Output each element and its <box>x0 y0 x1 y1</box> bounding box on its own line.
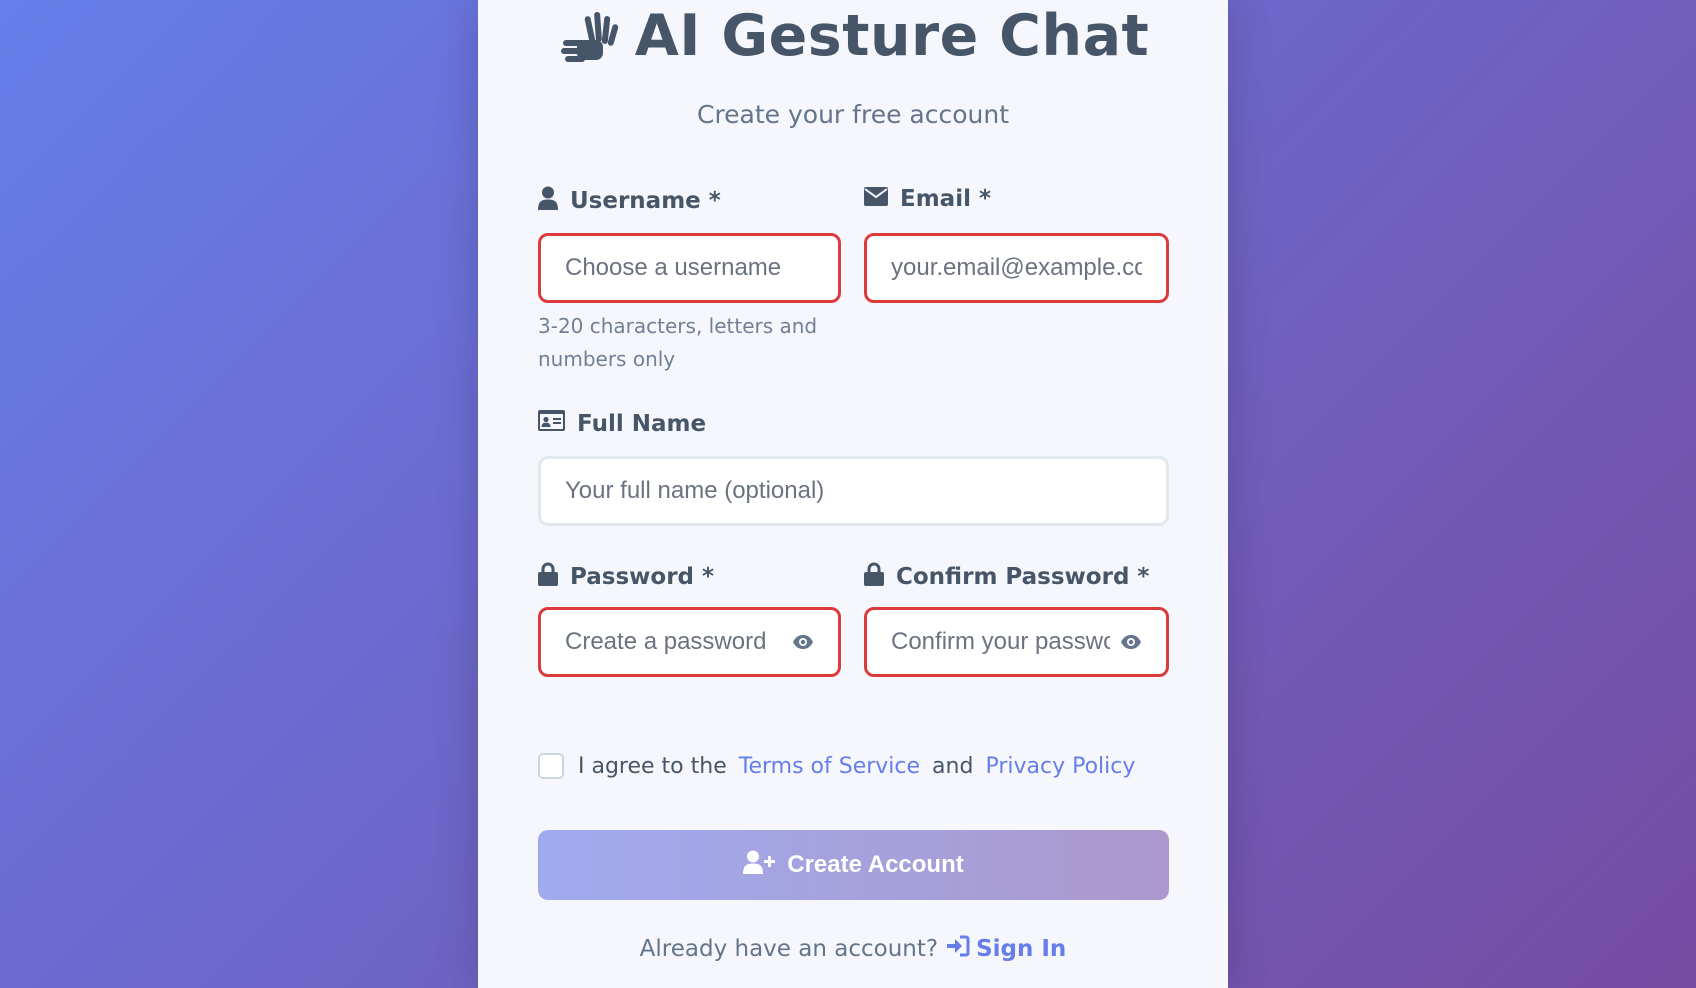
username-label: Username * <box>538 186 721 216</box>
username-field-box <box>538 233 841 303</box>
confirm-password-field-box <box>864 607 1169 677</box>
user-icon <box>538 186 558 216</box>
signin-prompt: Already have an account? <box>639 936 939 962</box>
signin-row: Already have an account? Sign In <box>478 935 1228 963</box>
username-hint: 3-20 characters, letters and numbers onl… <box>538 314 818 371</box>
sign-in-icon <box>946 935 970 963</box>
confirm-password-label: Confirm Password * <box>864 562 1149 592</box>
email-label: Email * <box>864 186 991 212</box>
page-subtitle: Create your free account <box>696 100 1009 129</box>
app-title: AI Gesture Chat <box>634 3 1150 69</box>
create-account-button[interactable]: Create Account <box>538 830 1169 900</box>
full-name-label: Full Name <box>538 410 706 437</box>
password-input[interactable] <box>565 628 782 656</box>
id-card-icon <box>538 410 565 437</box>
terms-conjunction: and <box>932 753 974 779</box>
lock-icon <box>538 562 558 592</box>
envelope-icon <box>864 186 888 212</box>
email-input[interactable] <box>891 254 1142 282</box>
terms-of-service-link[interactable]: Terms of Service <box>739 754 920 779</box>
signup-card: AI Gesture Chat Create your free account… <box>478 0 1228 988</box>
create-account-label: Create Account <box>787 851 964 878</box>
full-name-label-text: Full Name <box>577 410 707 437</box>
username-input[interactable] <box>565 254 814 282</box>
show-confirm-password-eye-icon[interactable] <box>1120 634 1142 650</box>
confirm-password-label-text: Confirm Password * <box>896 564 1150 590</box>
sign-in-label: Sign In <box>976 936 1067 962</box>
lock-icon <box>864 562 884 592</box>
waving-hands-icon <box>557 2 621 70</box>
confirm-password-input[interactable] <box>891 628 1110 656</box>
privacy-policy-link[interactable]: Privacy Policy <box>985 754 1135 779</box>
email-field-box <box>864 233 1169 303</box>
terms-prefix: I agree to the <box>578 753 727 779</box>
terms-checkbox[interactable] <box>538 753 564 779</box>
password-label: Password * <box>538 562 714 592</box>
header: AI Gesture Chat <box>478 2 1228 70</box>
show-password-eye-icon[interactable] <box>792 634 814 650</box>
full-name-input[interactable] <box>565 477 1142 505</box>
password-label-text: Password * <box>570 564 715 590</box>
terms-row: I agree to the Terms of Service and Priv… <box>538 753 1135 779</box>
user-plus-icon <box>743 850 776 881</box>
full-name-field-box <box>538 456 1169 526</box>
password-field-box <box>538 607 841 677</box>
username-label-text: Username * <box>570 188 721 214</box>
email-label-text: Email * <box>900 186 992 212</box>
sign-in-link[interactable]: Sign In <box>946 935 1066 963</box>
